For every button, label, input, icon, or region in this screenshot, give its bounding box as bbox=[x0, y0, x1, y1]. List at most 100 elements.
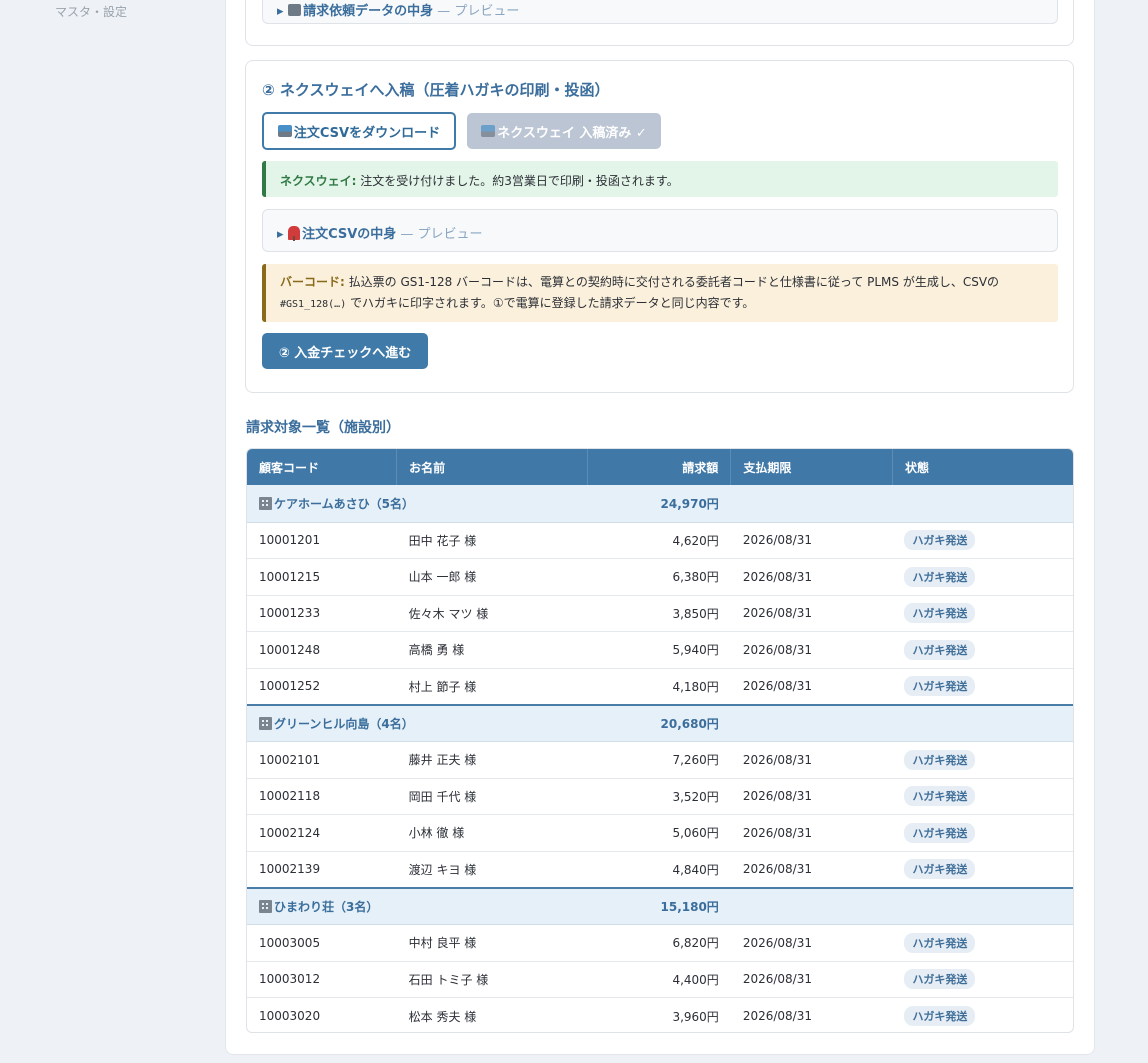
proceed-payment-check-button[interactable]: ② 入金チェックへ進む bbox=[262, 333, 428, 369]
status-cell: ハガキ発送 bbox=[892, 998, 1073, 1033]
amount-cell: 7,260円 bbox=[587, 741, 731, 779]
amount-cell: 3,960円 bbox=[672, 1009, 719, 1024]
order-csv-preview-details[interactable]: ▸ 注文CSVの中身 — プレビュー bbox=[262, 209, 1058, 252]
table-row[interactable]: 10003020 松本 秀夫 様 3,960円 2026/08/31 ハガキ発送 bbox=[247, 998, 1073, 1033]
nexway-section-title: ② ネクスウェイへ入稿（圧着ハガキの印刷・投函） bbox=[262, 81, 610, 99]
facility-name: ケアホームあさひ（5名） bbox=[274, 496, 414, 511]
amount-cell: 4,180円 bbox=[587, 668, 731, 705]
customer-name-cell: 岡田 千代 様 bbox=[396, 778, 588, 815]
office-building-icon bbox=[259, 496, 272, 510]
request-data-preview-summary[interactable]: ▸ 請求依頼データの中身 — プレビュー bbox=[277, 0, 519, 19]
due-date-cell: 2026/08/31 bbox=[730, 814, 893, 852]
customer-name-cell: 田中 花子 様 bbox=[396, 522, 588, 559]
column-header-customer-code[interactable]: 顧客コード bbox=[247, 449, 398, 485]
customer-name-cell: 中村 良平 様 bbox=[396, 924, 588, 962]
customer-name-cell: 佐々木 マツ 様 bbox=[396, 595, 588, 632]
table-row[interactable]: 10001201 田中 花子 様 4,620円 2026/08/31 ハガキ発送 bbox=[247, 522, 1073, 559]
fax-icon bbox=[288, 4, 302, 16]
sidebar-item-master-settings[interactable]: マスタ・設定 bbox=[55, 3, 127, 20]
order-csv-preview-summary[interactable]: ▸ 注文CSVの中身 — プレビュー bbox=[277, 223, 483, 242]
customer-code-cell: 10001215 bbox=[247, 558, 397, 596]
status-cell: ハガキ発送 bbox=[892, 558, 1073, 596]
nexway-submitted-button[interactable]: ネクスウェイ 入稿済み ✓ bbox=[467, 113, 661, 149]
due-date-cell: 2026/08/31 bbox=[730, 668, 893, 705]
customer-code-cell: 10002118 bbox=[247, 778, 397, 815]
table-row[interactable]: 10002139 渡辺 キヨ 様 4,840円 2026/08/31 ハガキ発送 bbox=[247, 851, 1073, 888]
due-date-cell: 2026/08/31 bbox=[730, 595, 893, 632]
facility-group-name: グリーンヒル向島（4名） bbox=[247, 703, 588, 742]
customer-code-cell: 10001248 bbox=[247, 631, 397, 669]
table-row[interactable]: 10002101 藤井 正夫 様 7,260円 2026/08/31 ハガキ発送 bbox=[247, 741, 1073, 779]
amount-cell: 5,940円 bbox=[587, 631, 731, 669]
status-badge: ハガキ発送 bbox=[904, 932, 976, 953]
customer-name-cell: 石田 トミ子 様 bbox=[396, 961, 588, 998]
table-row[interactable]: 10002118 岡田 千代 様 3,520円 2026/08/31 ハガキ発送 bbox=[247, 778, 1073, 815]
barcode-alert-label: バーコード: bbox=[280, 275, 345, 289]
table-row[interactable]: 10003005 中村 良平 様 6,820円 2026/08/31 ハガキ発送 bbox=[247, 924, 1073, 962]
customer-code-cell: 10002139 bbox=[247, 851, 397, 888]
nexway-submission-card: ② ネクスウェイへ入稿（圧着ハガキの印刷・投函） 注文CSVをダウンロード ネク… bbox=[245, 60, 1074, 393]
customer-code-cell: 10003020 bbox=[259, 1009, 321, 1023]
customer-name-cell: 山本 一郎 様 bbox=[396, 558, 588, 596]
download-order-csv-button[interactable]: 注文CSVをダウンロード bbox=[262, 112, 456, 150]
office-building-icon bbox=[259, 716, 272, 730]
status-badge: ハガキ発送 bbox=[904, 566, 976, 587]
barcode-alert-text-2: でハガキに印字されます。①で電算に登録した請求データと同じ内容です。 bbox=[346, 296, 755, 310]
status-badge: ハガキ発送 bbox=[904, 749, 976, 770]
status-cell: ハガキ発送 bbox=[892, 778, 1073, 815]
postbox-icon bbox=[288, 226, 301, 241]
column-header-amount[interactable]: 請求額 bbox=[587, 449, 732, 485]
customer-name-cell: 藤井 正夫 様 bbox=[396, 741, 588, 779]
billing-table: 顧客コード お名前 請求額 支払期限 状態 ケアホームあさひ（5名） 24,970… bbox=[246, 448, 1074, 1033]
column-header-due-date[interactable]: 支払期限 bbox=[730, 449, 893, 485]
amount-cell: 3,850円 bbox=[587, 595, 731, 632]
column-header-name[interactable]: お名前 bbox=[396, 449, 588, 485]
customer-code-cell: 10003005 bbox=[247, 924, 397, 962]
due-date-cell: 2026/08/31 bbox=[730, 631, 893, 669]
status-badge: ハガキ発送 bbox=[904, 969, 976, 990]
success-alert-label: ネクスウェイ: bbox=[280, 174, 357, 188]
due-date-cell: 2026/08/31 bbox=[730, 778, 893, 815]
status-cell: ハガキ発送 bbox=[892, 631, 1073, 669]
status-cell: ハガキ発送 bbox=[892, 522, 1073, 559]
preview-suffix: — プレビュー bbox=[433, 4, 520, 19]
table-row[interactable]: 10001248 高橋 勇 様 5,940円 2026/08/31 ハガキ発送 bbox=[247, 631, 1073, 669]
request-data-preview-title: 請求依頼データの中身 bbox=[303, 4, 434, 19]
customer-name-cell: 渡辺 キヨ 様 bbox=[396, 851, 588, 888]
table-row[interactable]: 10003012 石田 トミ子 様 4,400円 2026/08/31 ハガキ発送 bbox=[247, 961, 1073, 998]
preview-suffix: — プレビュー bbox=[396, 227, 483, 242]
facility-group-row: グリーンヒル向島（4名） 20,680円 bbox=[247, 703, 1073, 742]
status-badge: ハガキ発送 bbox=[904, 859, 976, 879]
amount-cell: 4,840円 bbox=[587, 851, 731, 888]
due-date-cell: 2026/08/31 bbox=[730, 924, 893, 962]
order-csv-preview-title: 注文CSVの中身 bbox=[302, 227, 397, 242]
empty-cell bbox=[730, 485, 893, 523]
request-data-preview-details[interactable]: ▸ 請求依頼データの中身 — プレビュー bbox=[262, 0, 1058, 24]
empty-cell bbox=[730, 703, 893, 742]
amount-cell: 4,400円 bbox=[587, 961, 731, 998]
download-order-csv-label: 注文CSVをダウンロード bbox=[293, 125, 441, 141]
empty-cell bbox=[892, 485, 1073, 523]
customer-code-cell: 10002101 bbox=[247, 741, 397, 779]
due-date-cell: 2026/08/31 bbox=[730, 558, 893, 596]
table-row[interactable]: 10002124 小林 徹 様 5,060円 2026/08/31 ハガキ発送 bbox=[247, 814, 1073, 852]
table-row[interactable]: 10001252 村上 節子 様 4,180円 2026/08/31 ハガキ発送 bbox=[247, 668, 1073, 705]
facility-group-name: ひまわり荘（3名） bbox=[247, 886, 588, 925]
table-row[interactable]: 10001215 山本 一郎 様 6,380円 2026/08/31 ハガキ発送 bbox=[247, 558, 1073, 596]
facility-total: 15,180円 bbox=[587, 886, 731, 925]
barcode-alert-text-1: 払込票の GS1-128 バーコードは、電算との契約時に交付される委託者コードと… bbox=[344, 275, 1000, 289]
disclosure-triangle-icon: ▸ bbox=[277, 227, 289, 242]
status-badge: ハガキ発送 bbox=[904, 530, 976, 551]
amount-cell: 6,820円 bbox=[587, 924, 731, 962]
table-header-row: 顧客コード お名前 請求額 支払期限 状態 bbox=[247, 449, 1073, 485]
column-header-status[interactable]: 状態 bbox=[892, 449, 1073, 485]
barcode-code-snippet: #GS1_128(…) bbox=[280, 299, 347, 310]
table-row[interactable]: 10001233 佐々木 マツ 様 3,850円 2026/08/31 ハガキ発送 bbox=[247, 595, 1073, 632]
due-date-cell: 2026/08/31 bbox=[730, 522, 893, 559]
customer-code-cell: 10002124 bbox=[247, 814, 397, 852]
customer-name-cell: 高橋 勇 様 bbox=[396, 631, 588, 669]
outbox-tray-icon bbox=[277, 125, 292, 137]
customer-code-cell: 10001252 bbox=[247, 668, 397, 705]
customer-name-cell: 村上 節子 様 bbox=[396, 668, 588, 705]
status-cell: ハガキ発送 bbox=[892, 814, 1073, 852]
